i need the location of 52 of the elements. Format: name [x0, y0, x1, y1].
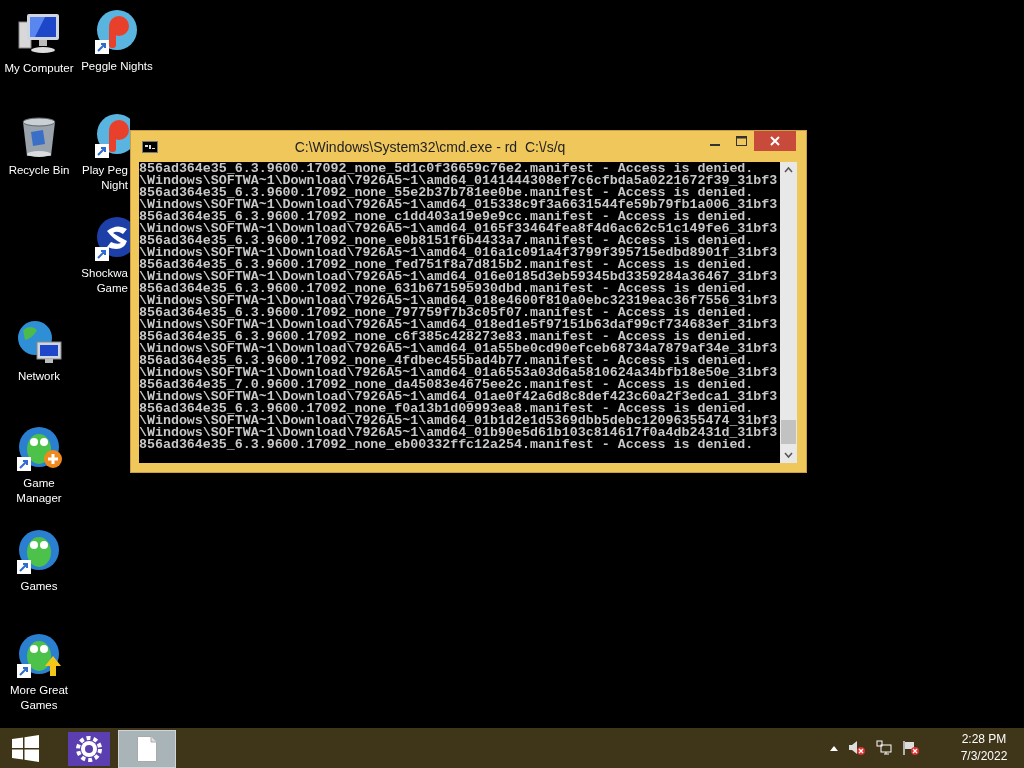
- console-line: 856ad364e35_6.3.9600.17092_none_e0b8151f6b4433a7.manifest - Access is denied.: [139, 235, 754, 247]
- icon-label: Play Peg Night: [80, 163, 129, 193]
- console-line: 856ad364e35_6.3.9600.17092_none_c6f385c428273e83.manifest - Access is denied.: [139, 331, 754, 343]
- maximize-icon: [735, 136, 747, 146]
- scroll-thumb[interactable]: [781, 420, 796, 444]
- network-icon[interactable]: [876, 740, 892, 756]
- console-line: 856ad364e35_6.3.9600.17092_none_631b671595930dbd.manifest - Access is denied.: [139, 283, 754, 295]
- document-icon: [137, 736, 157, 762]
- console-line: \Windows\SOFTWA~1\Download\7926A5~1\amd64_015338c9f3a6631544fe59b79fb1a006_31bf3: [139, 199, 779, 211]
- console-line: 856ad364e35_6.3.9600.17092_none_4fdbec455bad4b77.manifest - Access is denied.: [139, 355, 754, 367]
- console-line: \Windows\SOFTWA~1\Download\7926A5~1\amd64_016e0185d3eb59345bd3359284a36467_31bf3: [139, 271, 779, 283]
- gear-icon: [68, 732, 110, 766]
- console-line: 856ad364e35_6.3.9600.17092_none_f0a13b1d09993ea8.manifest - Access is denied.: [139, 403, 754, 415]
- console-line: \Windows\SOFTWA~1\Download\7926A5~1\amd64_01b1d2e1d5369dbb5debc12096355474_31bf3: [139, 415, 779, 427]
- icon-label: My Computer: [3, 61, 75, 76]
- console-line: 856ad364e35_6.3.9600.17092_none_eb00332ffc12a254.manifest - Access is denied.: [139, 439, 754, 451]
- console-line: \Windows\SOFTWA~1\Download\7926A5~1\amd64_018e4600f810a0ebc32319eac36f7556_31bf3: [139, 295, 779, 307]
- console-line: 856ad364e35_6.3.9600.17092_none_c1dd403a19e9e9cc.manifest - Access is denied.: [139, 211, 754, 223]
- caret-icon[interactable]: [830, 745, 838, 751]
- icon-label: Recycle Bin: [7, 163, 71, 178]
- console-line: \Windows\SOFTWA~1\Download\7926A5~1\amd64_0165f33464fea8f4d6ac62c51c149fe6_31bf3: [139, 223, 779, 235]
- console-line: 856ad364e35_6.3.9600.17092_none_797759f7b3c05f07.manifest - Access is denied.: [139, 307, 754, 319]
- minimize-icon: [710, 143, 720, 146]
- fish-icon[interactable]: [15, 632, 63, 680]
- console-line: \Windows\SOFTWA~1\Download\7926A5~1\amd64_01a6553a03d6a5810624a34bfb18e50e_31bf3: [139, 367, 779, 379]
- window-title: C:\Windows\System32\cmd.exe - rd C:\/s/q: [293, 138, 567, 155]
- console-line: \Windows\SOFTWA~1\Download\7926A5~1\amd64_018ed1e5f97151b63daf99cf734683ef_31bf3: [139, 319, 779, 331]
- icon-label: Peggle Nights: [80, 59, 154, 74]
- console-line: 856ad364e35_6.3.9600.17092_none_fed751f8a7d815b2.manifest - Access is denied.: [139, 259, 754, 271]
- fish-icon[interactable]: [15, 425, 63, 473]
- icon-label: Game Manager: [15, 476, 63, 506]
- console-line: \Windows\SOFTWA~1\Download\7926A5~1\amd64_0141444308ef7c6cfbda5a0221672f39_31bf3: [139, 175, 779, 187]
- globe-icon[interactable]: [15, 318, 63, 366]
- close-button[interactable]: [754, 131, 796, 151]
- console-line: \Windows\SOFTWA~1\Download\7926A5~1\amd64_01ae0f42a6d8c8def423c60a2f3edca1_31bf3: [139, 391, 779, 403]
- console-line: 856ad364e35_6.3.9600.17092_none_55e2b37b781ee0be.manifest - Access is denied.: [139, 187, 754, 199]
- console-line: \Windows\SOFTWA~1\Download\7926A5~1\amd64_01b90e5d61b103c814617f0a4db2431d_31bf3: [139, 427, 779, 439]
- icon-label: More Great Games: [8, 683, 70, 713]
- icon-label: Network: [16, 369, 62, 384]
- icon-label: Shockwa Game: [80, 266, 129, 296]
- icon-label: Games: [19, 579, 59, 594]
- console-line: 856ad364e35_6.3.9600.17092_none_5d1c0f36659c76e2.manifest - Access is denied.: [139, 163, 754, 175]
- clock[interactable]: 2:28 PM 7/3/2022: [954, 731, 1014, 765]
- console-icon: [142, 140, 158, 153]
- scrollbar[interactable]: [780, 162, 797, 463]
- muted-speaker-icon[interactable]: [848, 740, 866, 756]
- console-line: \Windows\SOFTWA~1\Download\7926A5~1\amd64_01a55be0cd90efceb68734a7879af34e_31bf3: [139, 343, 779, 355]
- flag-icon[interactable]: [902, 740, 920, 756]
- console-line: \Windows\SOFTWA~1\Download\7926A5~1\amd64_016a1c091a4f3799f395715edbd8901f_31bf3: [139, 247, 779, 259]
- windows-logo-icon: [11, 734, 39, 762]
- close-icon: [770, 136, 780, 146]
- console-line: 856ad364e35_7.0.9600.17092_none_da45083e4675ee2c.manifest - Access is denied.: [139, 379, 754, 391]
